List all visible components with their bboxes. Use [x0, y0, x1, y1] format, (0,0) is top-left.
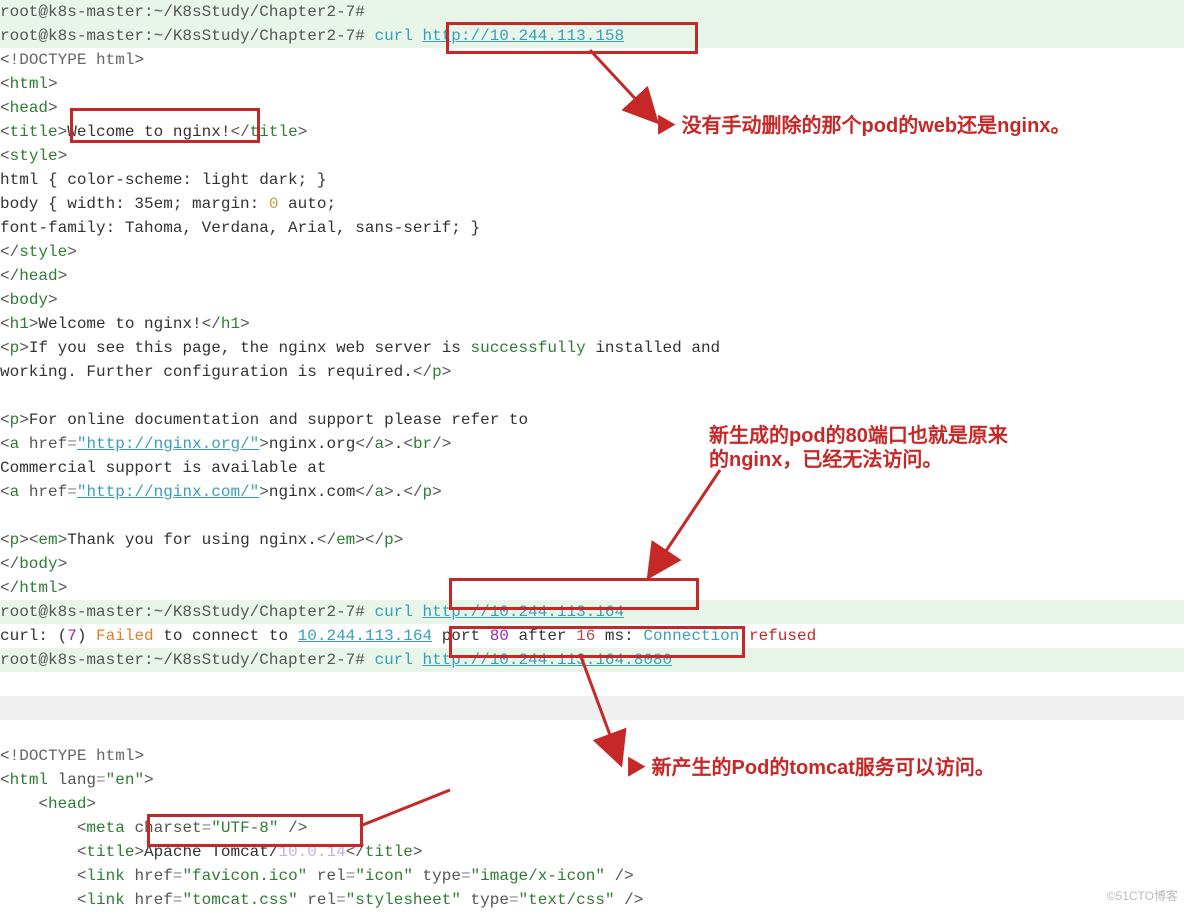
terminal-line-curl3: root@k8s-master:~/K8sStudy/Chapter2-7# c… — [0, 648, 1184, 672]
separator — [0, 696, 1184, 720]
watermark: ©51CTO博客 — [1107, 884, 1178, 908]
annotation-3: ▶ 新产生的Pod的tomcat服务可以访问。 — [626, 756, 995, 780]
url-link-1[interactable]: http://10.244.113.158 — [422, 27, 624, 45]
output-style-close: </style> — [0, 240, 1184, 264]
output-css1: html { color-scheme: light dark; } — [0, 168, 1184, 192]
output-css2: body { width: 35em; margin: 0 auto; — [0, 192, 1184, 216]
tomcat-title: <title>Apache Tomcat/10.0.14</title> — [0, 840, 1184, 864]
tomcat-meta: <meta charset="UTF-8" /> — [0, 816, 1184, 840]
output-body-close: </body> — [0, 552, 1184, 576]
tomcat-html: <html lang="en"> — [0, 768, 1184, 792]
ip-link[interactable]: 10.244.113.164 — [298, 627, 432, 645]
url-link-2[interactable]: http://10.244.113.164 — [422, 603, 624, 621]
output-html-close: </html> — [0, 576, 1184, 600]
output-p1: <p>If you see this page, the nginx web s… — [0, 336, 1184, 360]
terminal-line-curl1: root@k8s-master:~/K8sStudy/Chapter2-7# c… — [0, 24, 1184, 48]
tomcat-doctype: <!DOCTYPE html> — [0, 744, 1184, 768]
output-p1b: working. Further configuration is requir… — [0, 360, 1184, 384]
output-em: <p><em>Thank you for using nginx.</em></… — [0, 528, 1184, 552]
tomcat-head: <head> — [0, 792, 1184, 816]
terminal-line-curl2: root@k8s-master:~/K8sStudy/Chapter2-7# c… — [0, 600, 1184, 624]
output-doctype: <!DOCTYPE html> — [0, 48, 1184, 72]
tomcat-link1: <link href="favicon.ico" rel="icon" type… — [0, 864, 1184, 888]
url-link-3[interactable]: http://10.244.113.164:8080 — [422, 651, 672, 669]
annotation-2: 新生成的pod的80端口也就是原来的nginx，已经无法访问。 — [709, 424, 1008, 472]
tomcat-link2: <link href="tomcat.css" rel="stylesheet"… — [0, 888, 1184, 912]
annotation-1: ▶ 没有手动删除的那个pod的web还是nginx。 — [656, 114, 1070, 138]
output-css3: font-family: Tahoma, Verdana, Arial, san… — [0, 216, 1184, 240]
output-body-open: <body> — [0, 288, 1184, 312]
output-style-open: <style> — [0, 144, 1184, 168]
output-html-open: <html> — [0, 72, 1184, 96]
curl-error: curl: (7) Failed to connect to 10.244.11… — [0, 624, 1184, 648]
terminal-line-prompt: root@k8s-master:~/K8sStudy/Chapter2-7# — [0, 0, 1184, 24]
output-a2: <a href="http://nginx.com/">nginx.com</a… — [0, 480, 1184, 504]
output-head-close: </head> — [0, 264, 1184, 288]
output-h1: <h1>Welcome to nginx!</h1> — [0, 312, 1184, 336]
